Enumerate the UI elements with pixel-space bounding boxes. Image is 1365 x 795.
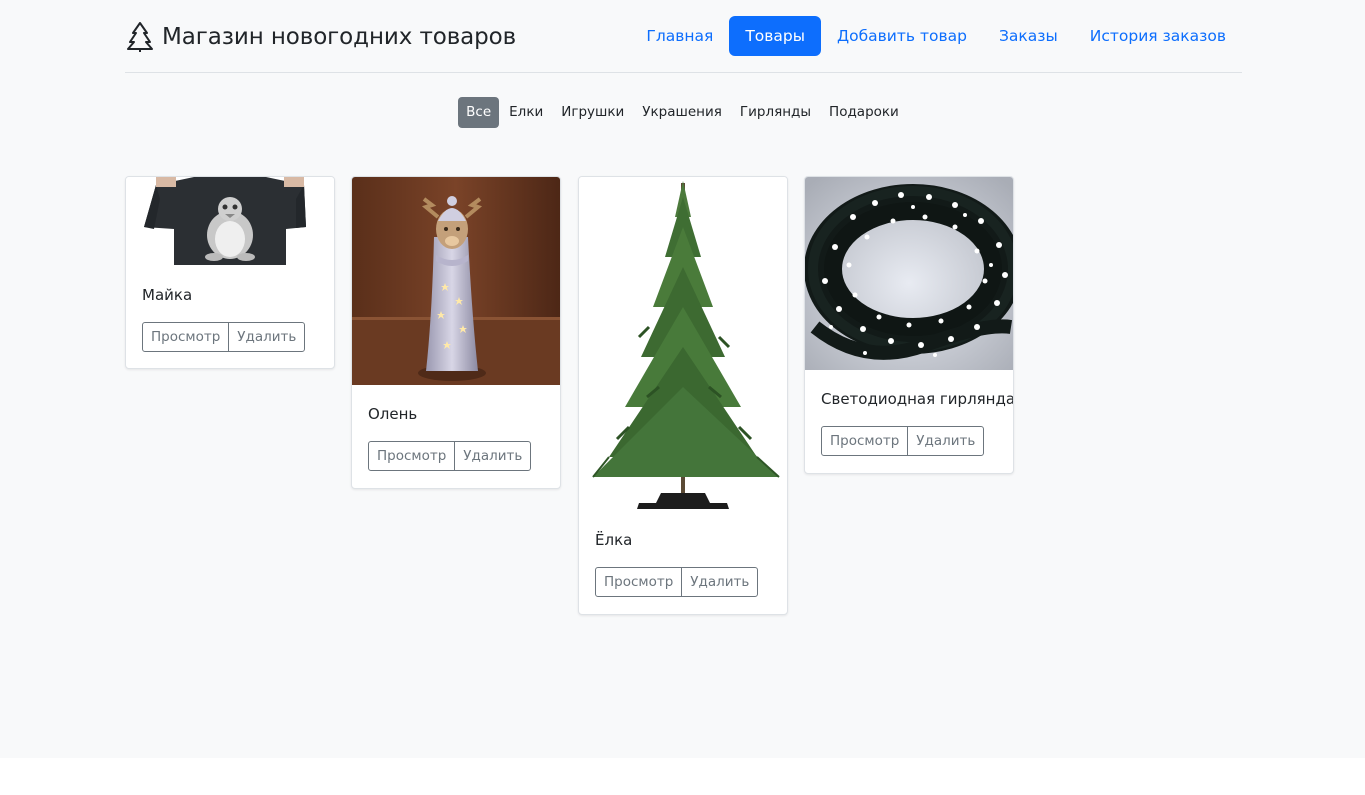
app: Магазин новогодних товаров Главная Товар… (0, 0, 1365, 758)
product-card: Майка Просмотр Удалить (125, 176, 335, 369)
main-nav: Главная Товары Добавить товар Заказы Ист… (630, 16, 1242, 56)
filter-garlands[interactable]: Гирлянды (732, 97, 819, 128)
delete-button[interactable]: Удалить (454, 441, 532, 471)
nav-add-product[interactable]: Добавить товар (821, 16, 983, 56)
product-title: Майка (142, 286, 193, 304)
product-actions: Просмотр Удалить (595, 567, 759, 597)
product-actions: Просмотр Удалить (821, 426, 985, 456)
delete-button[interactable]: Удалить (681, 567, 759, 597)
product-image-reindeer[interactable] (352, 177, 560, 385)
view-button[interactable]: Просмотр (595, 567, 683, 597)
nav-home[interactable]: Главная (630, 16, 729, 56)
nav-order-history[interactable]: История заказов (1074, 16, 1242, 56)
filter-decorations[interactable]: Украшения (634, 97, 730, 128)
category-filters: Все Елки Игрушки Украшения Гирлянды Пода… (0, 97, 1365, 128)
product-card: Олень Просмотр Удалить (351, 176, 561, 489)
product-image-led-garland[interactable] (805, 177, 1013, 370)
delete-button[interactable]: Удалить (907, 426, 985, 456)
tree-icon (127, 22, 153, 52)
product-title: Олень (368, 405, 418, 423)
brand-title: Магазин новогодних товаров (162, 24, 517, 50)
brand-link[interactable]: Магазин новогодних товаров (127, 20, 516, 54)
product-image-tshirt[interactable] (126, 177, 334, 265)
nav-orders[interactable]: Заказы (983, 16, 1074, 56)
delete-button[interactable]: Удалить (228, 322, 306, 352)
filter-trees[interactable]: Елки (501, 97, 551, 128)
product-actions: Просмотр Удалить (142, 322, 306, 352)
product-title: Ёлка (595, 531, 633, 549)
product-card: Ёлка Просмотр Удалить (578, 176, 788, 615)
product-image-christmas-tree[interactable] (579, 177, 787, 511)
nav-products[interactable]: Товары (729, 16, 822, 56)
view-button[interactable]: Просмотр (821, 426, 909, 456)
product-title: Светодиодная гирлянда (821, 390, 1014, 408)
view-button[interactable]: Просмотр (142, 322, 230, 352)
filter-toys[interactable]: Игрушки (553, 97, 632, 128)
filter-gifts[interactable]: Подароки (821, 97, 907, 128)
product-card: Светодиодная гирлянда Просмотр Удалить (804, 176, 1014, 474)
header: Магазин новогодних товаров Главная Товар… (125, 0, 1242, 73)
filter-all[interactable]: Все (458, 97, 500, 128)
product-actions: Просмотр Удалить (368, 441, 532, 471)
view-button[interactable]: Просмотр (368, 441, 456, 471)
